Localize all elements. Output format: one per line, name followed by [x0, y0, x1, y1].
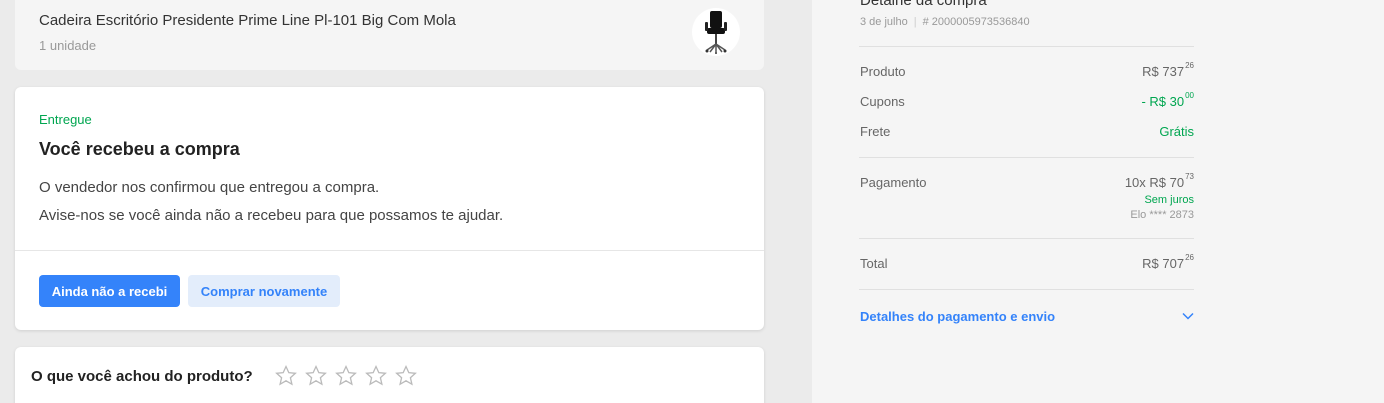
total-value: R$ 70726 — [1142, 253, 1194, 271]
purchase-summary-panel: Detalhe da compra 3 de julho | # 200000597… — [812, 0, 1384, 403]
rating-question: O que você achou do produto? — [31, 368, 253, 385]
star-icon[interactable] — [364, 364, 388, 388]
product-price-label: Produto — [860, 64, 906, 79]
payment-value: 10x R$ 7073 — [1124, 172, 1194, 190]
order-id: # 2000005973536840 — [922, 16, 1030, 28]
star-icon[interactable] — [334, 364, 358, 388]
summary-title: Detalhe da compra — [860, 0, 987, 9]
product-quantity: 1 unidade — [39, 38, 97, 53]
product-name[interactable]: Cadeira Escritório Presidente Prime Line… — [39, 12, 456, 29]
status-label: Entregue — [39, 112, 92, 127]
coupons-value: - R$ 3000 — [1141, 91, 1194, 109]
divider — [859, 289, 1194, 290]
rating-card: O que você achou do produto? — [15, 347, 764, 403]
product-price-value: R$ 73726 — [1142, 61, 1194, 79]
status-message-line2: Avise-nos se você ainda não a recebeu pa… — [39, 207, 504, 224]
product-thumbnail[interactable] — [692, 8, 740, 56]
separator: | — [913, 16, 917, 28]
chevron-down-icon[interactable] — [1181, 309, 1195, 323]
star-icon[interactable] — [304, 364, 328, 388]
payment-card: Elo **** 2873 — [1130, 209, 1194, 221]
divider — [859, 238, 1194, 239]
buy-again-button[interactable]: Comprar novamente — [188, 275, 340, 307]
star-rating[interactable] — [274, 364, 418, 388]
delivery-status-card: Entregue Você recebeu a compra O vendedo… — [15, 87, 764, 330]
divider — [859, 46, 1194, 47]
product-card: Cadeira Escritório Presidente Prime Line… — [15, 0, 764, 70]
star-icon[interactable] — [274, 364, 298, 388]
status-title: Você recebeu a compra — [39, 139, 240, 159]
payment-shipping-details-link[interactable]: Detalhes do pagamento e envio — [860, 309, 1055, 324]
coupons-label: Cupons — [860, 94, 905, 109]
shipping-label: Frete — [860, 124, 891, 139]
office-chair-icon — [705, 11, 727, 54]
shipping-value: Grátis — [1159, 124, 1194, 139]
payment-interest: Sem juros — [1144, 194, 1194, 206]
summary-meta: 3 de julho | # 2000005973536840 — [860, 16, 1030, 28]
divider — [859, 157, 1194, 158]
total-label: Total — [860, 256, 888, 271]
payment-label: Pagamento — [860, 175, 927, 190]
not-received-button[interactable]: Ainda não a recebi — [39, 275, 180, 307]
status-message-line1: O vendedor nos confirmou que entregou a … — [39, 179, 380, 196]
star-icon[interactable] — [394, 364, 418, 388]
divider — [15, 250, 764, 251]
purchase-date: 3 de julho — [860, 16, 908, 28]
